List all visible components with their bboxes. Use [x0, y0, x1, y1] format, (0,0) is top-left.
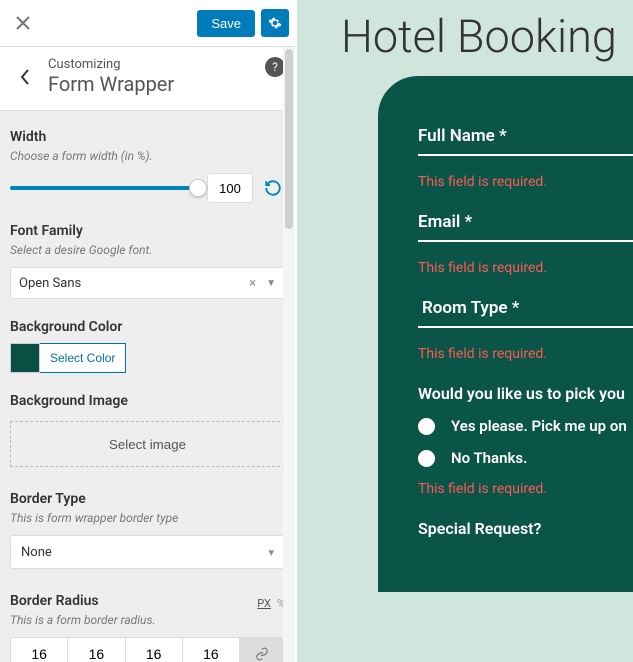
color-swatch[interactable] — [10, 343, 40, 373]
bordertype-label: Border Type — [10, 491, 285, 507]
clear-icon[interactable]: × — [249, 276, 256, 291]
font-label: Font Family — [10, 223, 285, 239]
width-slider[interactable] — [10, 186, 199, 190]
roomtype-select[interactable] — [418, 326, 633, 328]
save-button[interactable]: Save — [197, 10, 255, 37]
special-request-label: Special Request? — [418, 519, 633, 538]
panel-body: Width Choose a form width (in %). Font F… — [0, 111, 295, 662]
radio-yes[interactable]: Yes please. Pick me up on — [418, 417, 633, 435]
radius-header: Border Radius PX% — [10, 593, 285, 613]
width-label: Width — [10, 129, 285, 145]
width-input[interactable] — [207, 173, 253, 203]
font-select[interactable]: Open Sans × ▼ — [10, 267, 285, 299]
radio-icon — [418, 450, 435, 467]
gear-icon[interactable] — [261, 9, 289, 37]
chevron-down-icon[interactable]: ▼ — [266, 278, 276, 289]
radius-top-input[interactable] — [10, 637, 67, 662]
crumb-title: Form Wrapper — [48, 72, 289, 96]
radius-inputs: Top Right Bottom Left — [10, 637, 285, 662]
font-desc: Select a desire Google font. — [10, 243, 285, 257]
fullname-error: This field is required. — [418, 174, 633, 190]
back-button[interactable] — [6, 69, 44, 85]
field-roomtype: Room Type * — [418, 298, 633, 328]
bgcolor-label: Background Color — [10, 319, 285, 335]
field-fullname: Full Name * — [418, 126, 633, 156]
close-icon[interactable] — [6, 6, 40, 40]
crumb-context: Customizing — [48, 57, 289, 72]
email-label: Email * — [418, 212, 633, 240]
slider-thumb-icon[interactable] — [189, 179, 207, 197]
pickup-error: This field is required. — [418, 481, 633, 497]
form-wrapper: Full Name * This field is required. Emai… — [378, 76, 633, 592]
radio-no-label: No Thanks. — [451, 449, 527, 467]
width-control — [10, 173, 285, 203]
reset-icon[interactable] — [261, 179, 285, 197]
sidebar-topbar: Save — [0, 0, 295, 47]
roomtype-error: This field is required. — [418, 346, 633, 362]
radius-left-input[interactable] — [182, 637, 239, 662]
select-color-button[interactable]: Select Color — [40, 343, 126, 373]
link-values-icon[interactable] — [239, 637, 285, 662]
pickup-question: Would you like us to pick you — [418, 384, 633, 403]
radius-bottom-input[interactable] — [125, 637, 182, 662]
radius-right-input[interactable] — [67, 637, 124, 662]
radius-units: PX% — [257, 597, 285, 610]
bordertype-select[interactable]: None ▾ — [10, 535, 285, 569]
radio-no[interactable]: No Thanks. — [418, 449, 633, 467]
field-email: Email * — [418, 212, 633, 242]
radius-desc: This is a form border radius. — [10, 613, 285, 627]
breadcrumb: Customizing Form Wrapper ? — [0, 47, 295, 111]
chevron-down-icon: ▾ — [268, 546, 274, 559]
bordertype-desc: This is form wrapper border type — [10, 511, 285, 525]
radio-yes-label: Yes please. Pick me up on — [451, 417, 627, 435]
email-error: This field is required. — [418, 260, 633, 276]
bgimage-label: Background Image — [10, 393, 285, 409]
bordertype-value: None — [21, 545, 52, 560]
fullname-label: Full Name * — [418, 126, 633, 154]
width-desc: Choose a form width (in %). — [10, 149, 285, 163]
select-image-button[interactable]: Select image — [10, 421, 285, 467]
roomtype-label: Room Type * — [418, 298, 633, 326]
email-input[interactable] — [418, 240, 633, 242]
radio-icon — [418, 418, 435, 435]
scrollbar[interactable] — [283, 47, 295, 662]
unit-px[interactable]: PX — [257, 597, 271, 610]
customizer-sidebar: Save Customizing Form Wrapper ? Width Ch… — [0, 0, 297, 662]
font-value: Open Sans — [19, 276, 249, 291]
bgcolor-control: Select Color — [10, 343, 285, 373]
fullname-input[interactable] — [418, 154, 633, 156]
radius-label: Border Radius — [10, 593, 99, 609]
preview-pane: Hotel Booking Full Name * This field is … — [297, 0, 633, 662]
help-icon[interactable]: ? — [265, 57, 285, 77]
